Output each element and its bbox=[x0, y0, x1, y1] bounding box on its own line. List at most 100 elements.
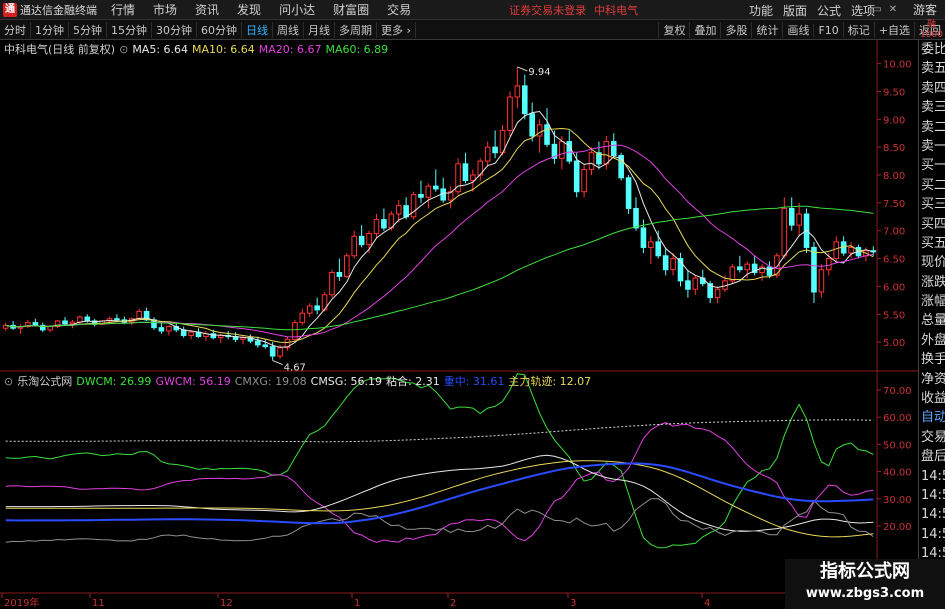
period-monthly[interactable]: 月线 bbox=[304, 21, 335, 38]
menu-jiaoyi[interactable]: 交易 bbox=[387, 1, 411, 18]
side-item[interactable]: 涨跌 bbox=[919, 273, 945, 292]
menu-zixun[interactable]: 资讯 bbox=[195, 1, 219, 18]
candle-down bbox=[255, 340, 261, 346]
side-item[interactable]: 卖五 bbox=[919, 59, 945, 78]
candle-up bbox=[670, 258, 676, 271]
period-5min[interactable]: 5分钟 bbox=[69, 21, 107, 38]
app-logo-icon: 通 bbox=[3, 2, 17, 17]
tool-tongji[interactable]: 统计 bbox=[751, 22, 782, 38]
candle-up bbox=[588, 152, 595, 170]
candle-down bbox=[314, 305, 320, 311]
menu-caifuquan[interactable]: 财富圈 bbox=[333, 1, 369, 18]
side-item[interactable]: 14:56 bbox=[919, 505, 945, 524]
period-60min[interactable]: 60分钟 bbox=[197, 21, 242, 38]
period-daily[interactable]: 日线 bbox=[242, 21, 273, 38]
low-label: 4.67 bbox=[284, 363, 306, 372]
guest-account[interactable]: 游客 bbox=[913, 0, 937, 20]
candle-up bbox=[848, 246, 854, 254]
chart-tools: 复权 叠加 多股 统计 画线 F10 标记 +自选 返回 bbox=[658, 20, 945, 40]
period-30min[interactable]: 30分钟 bbox=[152, 21, 197, 38]
candle-up bbox=[351, 235, 358, 257]
ind-tick-label: 20.00 bbox=[883, 522, 912, 533]
tool-diejia[interactable]: 叠加 bbox=[689, 22, 720, 38]
y-tick-label: 8.50 bbox=[883, 143, 905, 154]
side-item[interactable]: 涨幅 bbox=[919, 292, 945, 311]
side-item[interactable]: 买三 bbox=[919, 195, 945, 214]
candle-up bbox=[818, 269, 825, 293]
side-item[interactable]: 卖四 bbox=[919, 79, 945, 98]
side-item[interactable]: 14:56 bbox=[919, 486, 945, 505]
tool-huaxian[interactable]: 画线 bbox=[782, 22, 813, 38]
side-item[interactable]: 收益 bbox=[919, 389, 945, 408]
side-item[interactable]: 外盘 bbox=[919, 331, 945, 350]
candle-up bbox=[136, 311, 142, 320]
high-label: 9.94 bbox=[528, 67, 550, 78]
side-item[interactable]: 卖一 bbox=[919, 137, 945, 156]
ma10-label: MA10: 6.64 bbox=[192, 42, 255, 56]
candle-down bbox=[788, 207, 795, 226]
candle-down bbox=[640, 227, 647, 248]
period-1min[interactable]: 1分钟 bbox=[31, 21, 69, 38]
indicator-chart[interactable]: 70.0060.0050.0040.0030.0020.002019年 11 12 1… bbox=[0, 372, 918, 609]
ind-zhuli: 主力轨迹: 12.07 bbox=[508, 375, 592, 388]
trade-login-notice[interactable]: 证券交易未登录 bbox=[509, 2, 586, 18]
menu-gongshi[interactable]: 公式 bbox=[817, 2, 841, 19]
side-item[interactable]: 盘后 bbox=[919, 447, 945, 466]
margin-tag: 融 1000 bbox=[918, 20, 945, 40]
candle-up bbox=[77, 316, 83, 323]
candle-down bbox=[492, 146, 498, 154]
settings-icon[interactable]: ⊙ bbox=[4, 375, 13, 388]
candle-down bbox=[62, 320, 68, 325]
side-item[interactable]: 委比 bbox=[919, 40, 945, 59]
tool-f10[interactable]: F10 bbox=[813, 23, 842, 37]
candle-down bbox=[811, 246, 817, 293]
tool-duogu[interactable]: 多股 bbox=[720, 22, 751, 38]
maximize-icon[interactable]: ▭ bbox=[869, 3, 885, 17]
candle-up bbox=[277, 347, 283, 357]
settings-icon[interactable]: ⊙ bbox=[119, 43, 128, 56]
candle-down bbox=[262, 344, 269, 348]
menu-hangqing[interactable]: 行情 bbox=[111, 1, 135, 18]
side-item[interactable]: 自动 bbox=[919, 408, 945, 427]
side-item[interactable]: 总量 bbox=[919, 311, 945, 330]
minimize-icon[interactable]: – bbox=[853, 3, 869, 17]
tool-biaoji[interactable]: 标记 bbox=[842, 22, 874, 38]
candle-down bbox=[685, 280, 691, 290]
period-weekly[interactable]: 周线 bbox=[273, 21, 304, 38]
tool-fuquan[interactable]: 复权 bbox=[658, 22, 689, 38]
menu-wenxiaoda[interactable]: 问小达 bbox=[279, 1, 315, 18]
menu-faxian[interactable]: 发现 bbox=[237, 1, 261, 18]
candle-down bbox=[462, 163, 469, 182]
side-item[interactable]: 净资 bbox=[919, 370, 945, 389]
menu-shichang[interactable]: 市场 bbox=[153, 1, 177, 18]
side-item[interactable]: 买五 bbox=[919, 234, 945, 253]
candlestick-chart[interactable]: 10.00 9.50 9.00 8.50 8.00 7.50 7.00 6.50 6.00 5.5… bbox=[0, 40, 918, 372]
side-item[interactable]: 换手 bbox=[919, 350, 945, 369]
side-item[interactable]: 现价 bbox=[919, 253, 945, 272]
main-chart-legend: 中科电气(日线 前复权) ⊙ MA5: 6.64 MA10: 6.64 MA20… bbox=[4, 42, 392, 57]
menu-gongneng[interactable]: 功能 bbox=[749, 2, 773, 19]
tool-zixuan[interactable]: +自选 bbox=[873, 22, 914, 38]
close-icon[interactable]: ✕ bbox=[885, 3, 901, 17]
side-item[interactable]: 买二 bbox=[919, 176, 945, 195]
side-item[interactable]: 买四 bbox=[919, 215, 945, 234]
period-more[interactable]: 更多 › bbox=[377, 21, 416, 38]
ind-tick-label: 70.00 bbox=[883, 386, 912, 397]
period-multi[interactable]: 多周期 bbox=[335, 21, 377, 38]
side-item[interactable]: 卖二 bbox=[919, 118, 945, 137]
candle-down bbox=[573, 160, 580, 193]
chart-title: 中科电气(日线 前复权) bbox=[4, 43, 116, 56]
period-fenshi[interactable]: 分时 bbox=[0, 21, 31, 38]
period-15min[interactable]: 15分钟 bbox=[107, 21, 152, 38]
candle-up bbox=[781, 207, 788, 257]
side-item[interactable]: 买一 bbox=[919, 156, 945, 175]
ind-cmxg: CMXG: 19.08 bbox=[234, 374, 307, 388]
side-item[interactable]: 14:56 bbox=[919, 525, 945, 544]
menu-banmian[interactable]: 版面 bbox=[783, 2, 807, 19]
candle-up bbox=[470, 174, 476, 182]
side-item[interactable]: 卖三 bbox=[919, 98, 945, 117]
candle-down bbox=[544, 124, 550, 145]
candle-up bbox=[833, 241, 840, 260]
side-item[interactable]: 交易 bbox=[919, 428, 945, 447]
side-item[interactable]: 14:56 bbox=[919, 467, 945, 486]
